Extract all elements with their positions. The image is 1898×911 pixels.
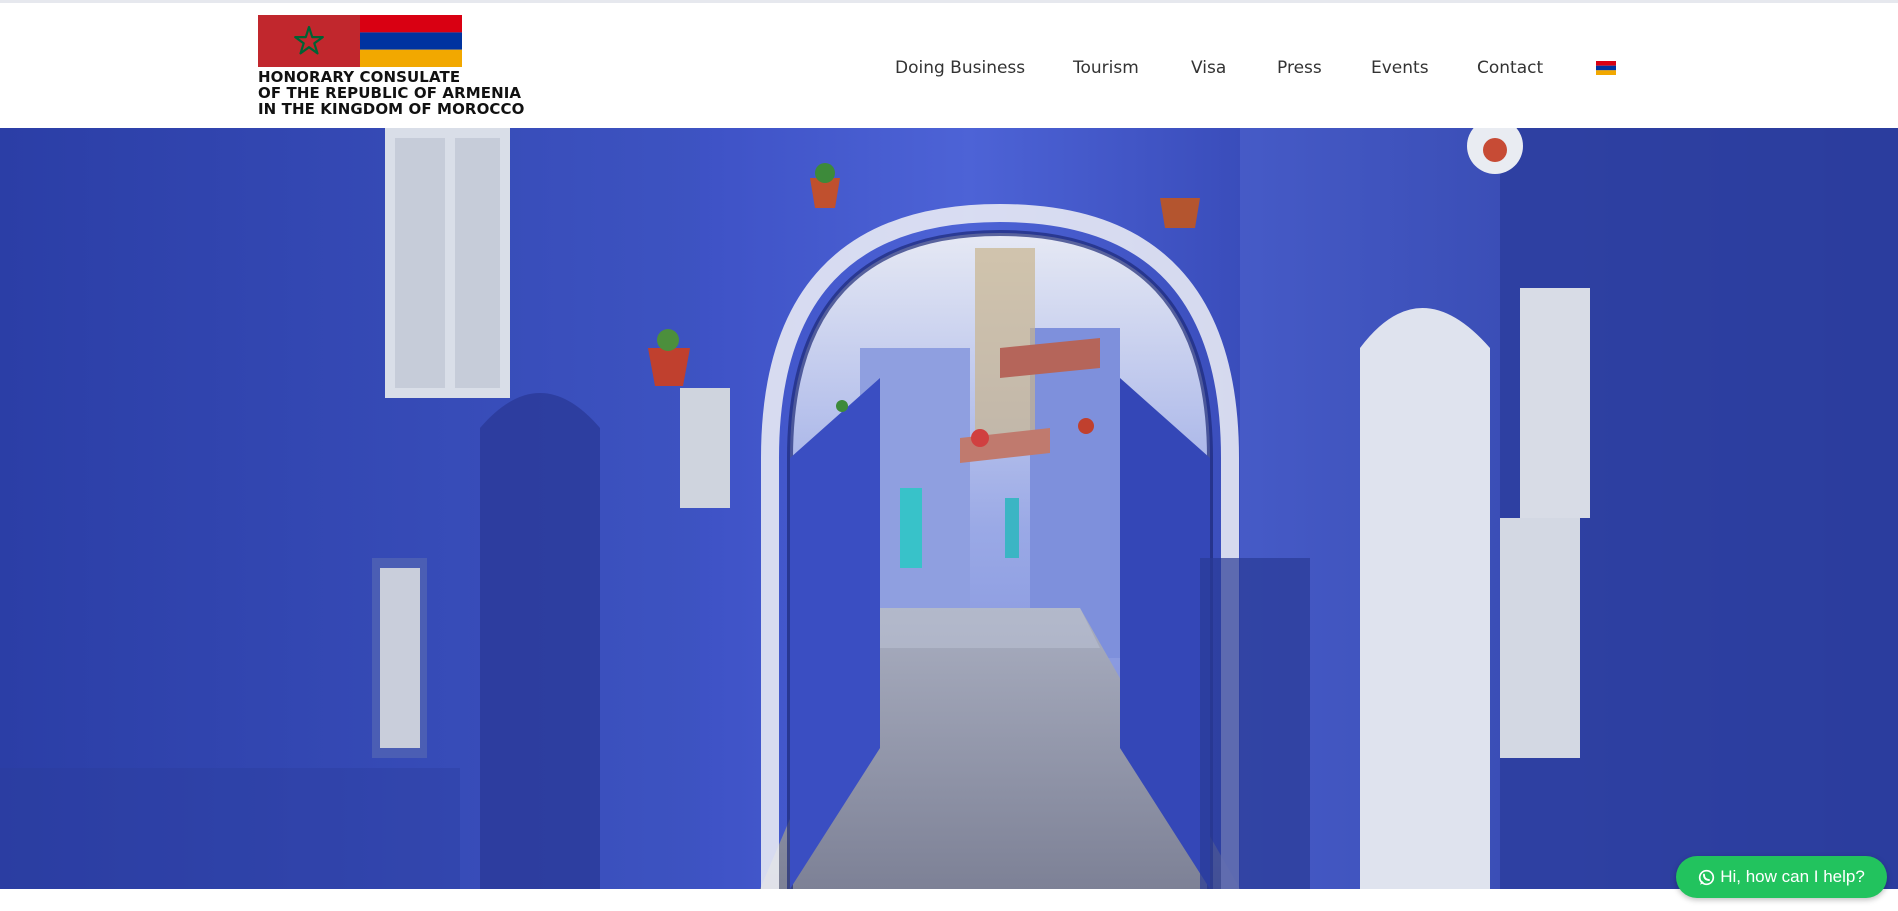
consulate-logo[interactable]: HONORARY CONSULATE OF THE REPUBLIC OF AR… <box>258 15 548 120</box>
armenia-flag-red <box>360 15 462 33</box>
site-header: HONORARY CONSULATE OF THE REPUBLIC OF AR… <box>0 3 1898 128</box>
blue-alley-illustration <box>0 128 1898 889</box>
armenia-flag-blue <box>360 32 462 50</box>
nav-item-events[interactable]: Events <box>1371 58 1429 78</box>
whatsapp-icon <box>1699 869 1715 885</box>
nav-item-doing-business[interactable]: Doing Business <box>895 58 1025 78</box>
nav-item-visa[interactable]: Visa <box>1191 58 1226 78</box>
nav-item-contact[interactable]: Contact <box>1477 58 1543 78</box>
morocco-flag-field <box>258 15 360 67</box>
nav-item-tourism[interactable]: Tourism <box>1073 58 1139 78</box>
nav-item-press[interactable]: Press <box>1277 58 1322 78</box>
logo-line: IN THE KINGDOM OF MOROCCO <box>258 100 525 118</box>
logo-line: OF THE REPUBLIC OF ARMENIA <box>258 84 522 102</box>
armenia-flag-orange <box>360 49 462 67</box>
chat-help-label: Hi, how can I help? <box>1720 867 1865 886</box>
logo-text: HONORARY CONSULATE OF THE REPUBLIC OF AR… <box>258 69 548 117</box>
page-bottom <box>0 889 1898 911</box>
hero-image <box>0 128 1898 889</box>
logo-line: HONORARY CONSULATE <box>258 68 461 86</box>
armenia-flag-icon[interactable] <box>1596 61 1616 75</box>
flags-logo-icon <box>258 15 462 67</box>
chat-help-button[interactable]: Hi, how can I help? <box>1676 856 1887 898</box>
